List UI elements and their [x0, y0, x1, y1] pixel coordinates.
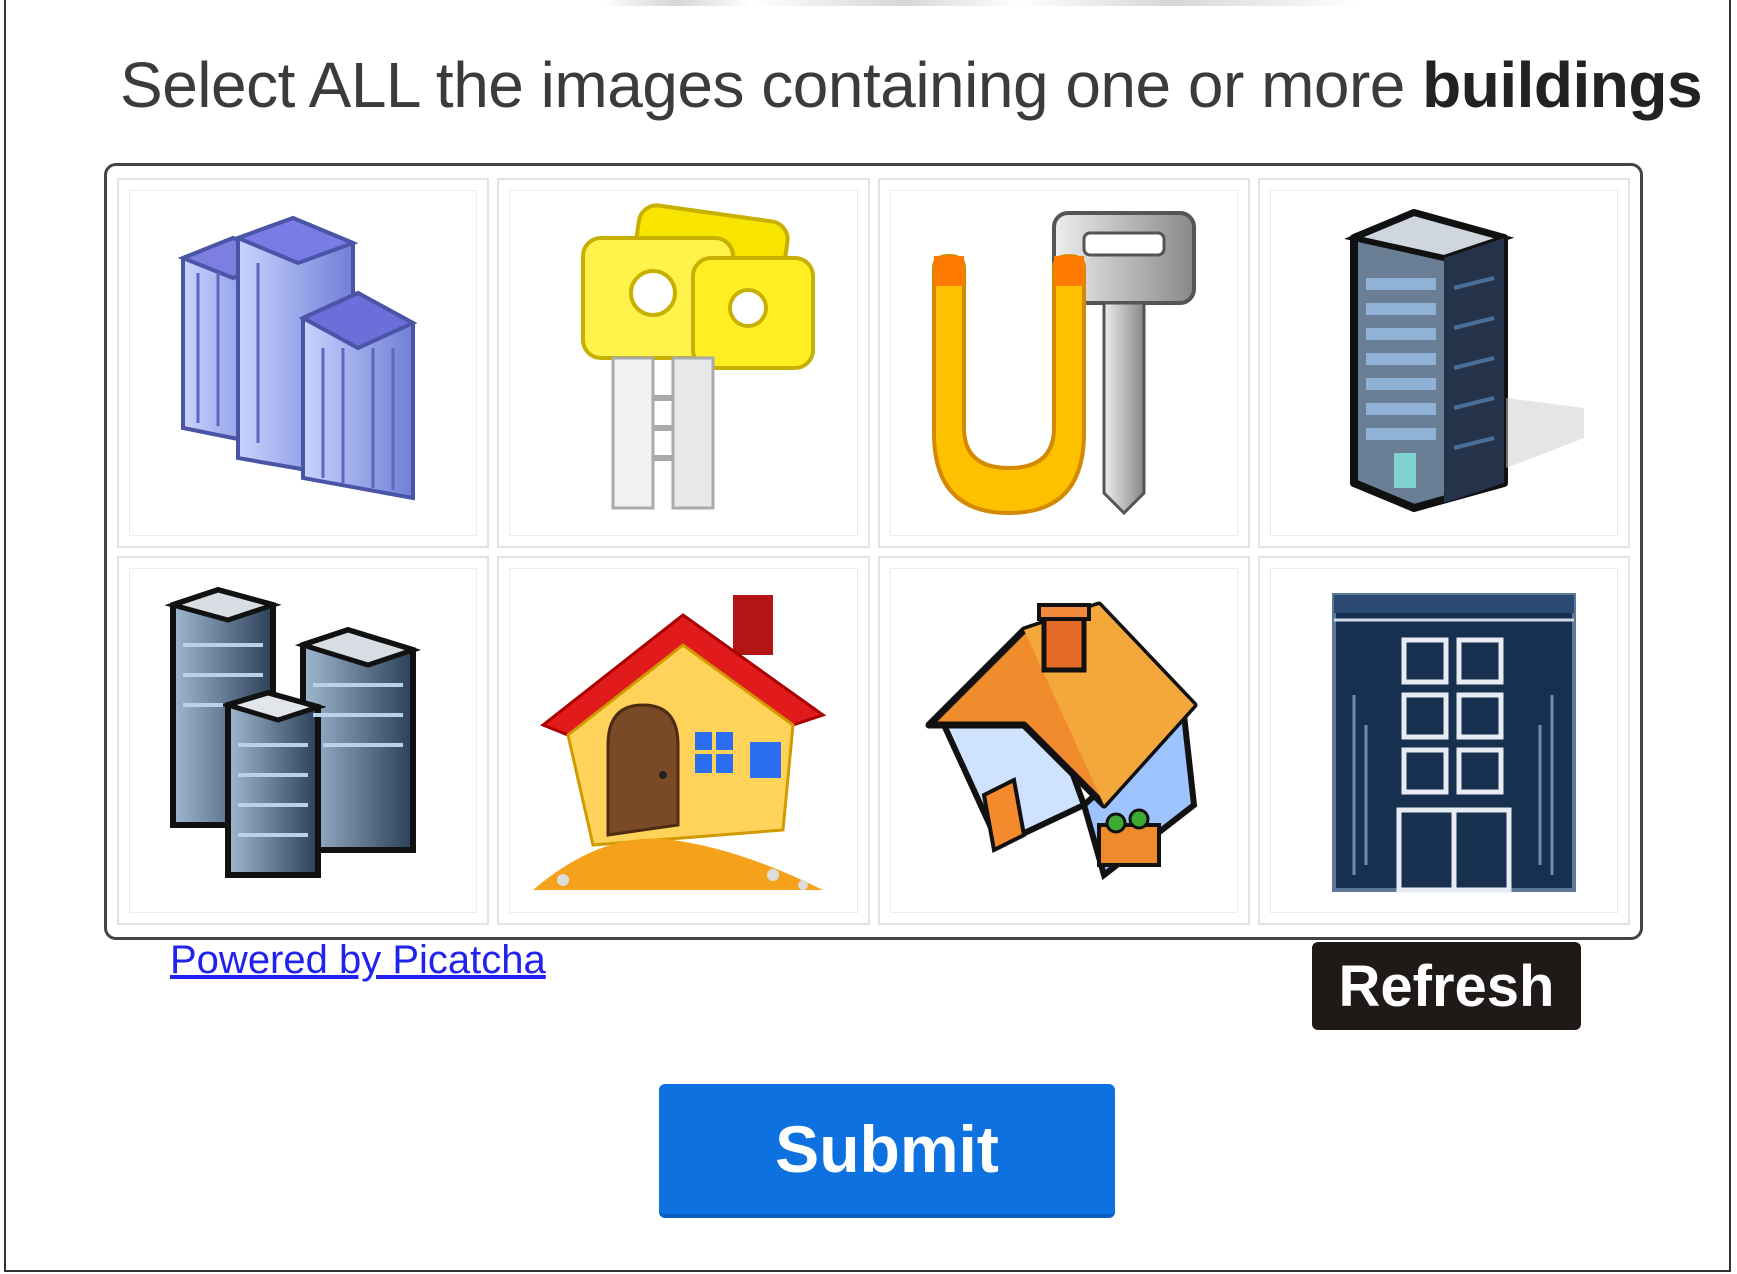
city-buildings-icon	[164, 587, 422, 879]
instruction-prefix: Select ALL the images containing one or …	[120, 49, 1423, 121]
captcha-tile-1[interactable]	[117, 178, 490, 548]
instruction-keyword: buildings	[1422, 49, 1703, 121]
captcha-tile-7[interactable]	[877, 555, 1250, 925]
submit-button[interactable]: Submit	[659, 1084, 1115, 1218]
captcha-image-grid	[104, 163, 1643, 940]
captcha-tile-2[interactable]	[497, 178, 870, 548]
captcha-instruction: Select ALL the images containing one or …	[120, 48, 1703, 122]
top-edge-fragment	[600, 0, 1360, 6]
yellow-keys-icon	[581, 203, 816, 510]
office-buildings-icon	[177, 215, 418, 501]
house-orange-roof-icon	[925, 601, 1198, 881]
magnet-and-key-icon	[931, 210, 1196, 515]
skyscraper-icon	[1343, 208, 1584, 512]
captcha-tile-5[interactable]	[117, 555, 490, 925]
captcha-tile-8[interactable]	[1257, 555, 1630, 925]
powered-by-picatcha-link[interactable]: Powered by Picatcha	[170, 938, 546, 983]
captcha-tile-3[interactable]	[877, 178, 1250, 548]
refresh-button[interactable]: Refresh	[1312, 942, 1581, 1030]
captcha-tile-6[interactable]	[497, 555, 870, 925]
house-red-roof-icon	[533, 595, 827, 891]
captcha-tile-4[interactable]	[1257, 178, 1630, 548]
building-facade-icon	[1331, 593, 1576, 893]
